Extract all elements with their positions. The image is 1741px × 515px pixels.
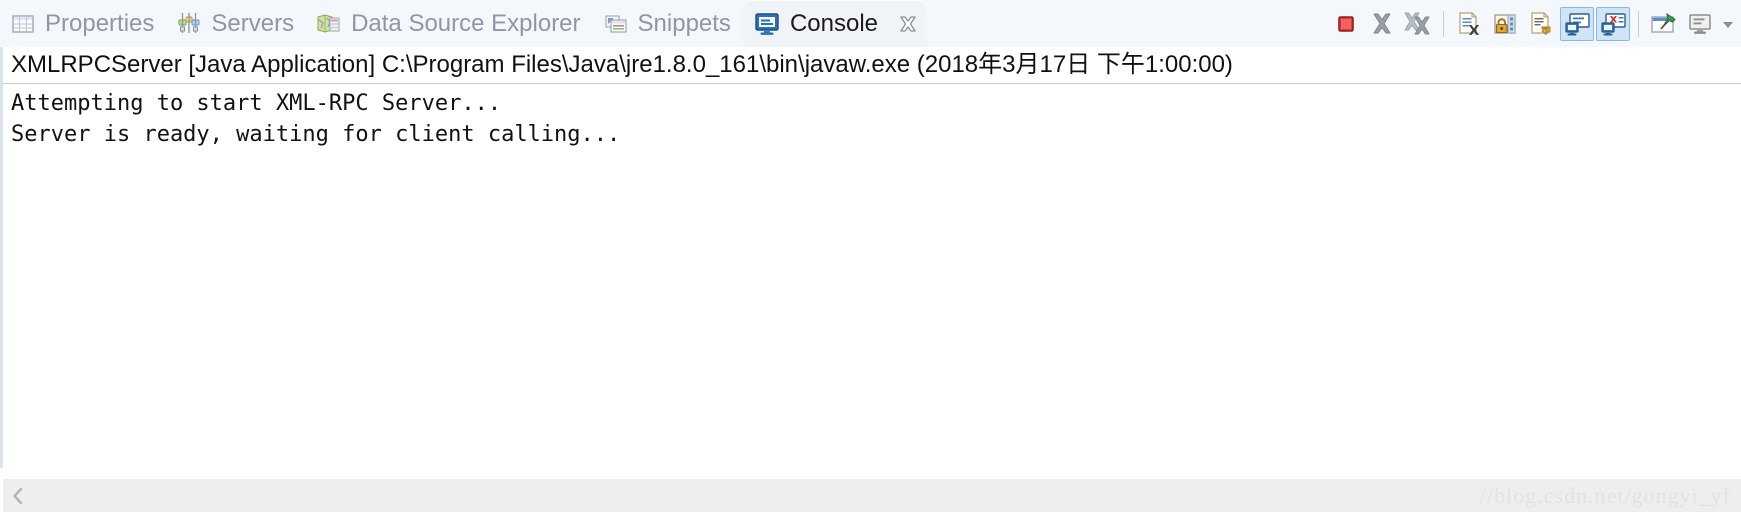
remove-launch-button[interactable] [1365,7,1399,41]
clear-console-button[interactable] [1452,7,1486,41]
scroll-lock-padlock-icon [1494,13,1516,34]
tab-console[interactable]: Console [742,0,927,47]
tab-properties[interactable]: Properties [0,0,166,47]
close-icon[interactable] [897,13,919,35]
console-output[interactable]: Attempting to start XML-RPC Server... Se… [3,84,1741,150]
snippets-icon [603,11,629,37]
tab-properties-label: Properties [45,9,155,37]
pin-console-button[interactable] [1647,7,1681,41]
word-wrap-icon [1531,11,1551,35]
servers-icon [176,11,202,37]
display-selected-console-button[interactable] [1683,7,1717,41]
remove-all-terminated-button[interactable] [1401,7,1435,41]
display-console-icon [1689,13,1711,34]
data-source-explorer-icon [316,11,342,37]
chevron-down-icon [1723,21,1733,28]
console-bottom-spacer [0,468,1741,479]
horizontal-scrollbar[interactable]: //blog.csdn.net/gongyi_yf [3,479,1741,512]
word-wrap-button[interactable] [1524,7,1558,41]
pin-console-icon [1651,12,1676,33]
stop-square-icon [1338,15,1354,32]
show-console-on-output-button[interactable] [1560,6,1594,41]
toolbar-separator-2 [1638,10,1639,37]
tab-strip: Properties Servers Data Source Explorer … [0,0,927,47]
show-console-output-icon [1565,12,1590,35]
tab-console-label: Console [789,9,878,37]
view-menu-button[interactable] [1719,7,1737,41]
terminate-button[interactable] [1329,7,1363,41]
watermark-text: //blog.csdn.net/gongyi_yf [1479,482,1731,508]
remove-x-icon [1373,13,1391,33]
properties-table-icon [10,11,36,37]
console-view: XMLRPCServer [Java Application] C:\Progr… [0,47,1741,468]
console-process-header: XMLRPCServer [Java Application] C:\Progr… [3,47,1741,84]
clear-console-icon [1459,11,1479,35]
remove-all-double-x-icon [1404,12,1430,34]
chevron-left-icon[interactable] [3,486,33,506]
console-monitor-icon [753,10,781,38]
view-tab-bar: Properties Servers Data Source Explorer … [0,0,1741,47]
tab-servers[interactable]: Servers [166,0,306,47]
console-toolbar [1329,0,1741,47]
tab-data-source-explorer[interactable]: Data Source Explorer [306,0,592,47]
tab-servers-label: Servers [211,9,295,37]
tab-data-source-explorer-label: Data Source Explorer [351,9,581,37]
scroll-lock-button[interactable] [1488,7,1522,41]
tab-snippets-label: Snippets [637,9,731,37]
toolbar-separator [1443,10,1444,37]
tab-snippets[interactable]: Snippets [593,0,743,47]
show-console-on-error-button[interactable] [1596,6,1630,41]
show-console-error-icon [1601,12,1626,35]
